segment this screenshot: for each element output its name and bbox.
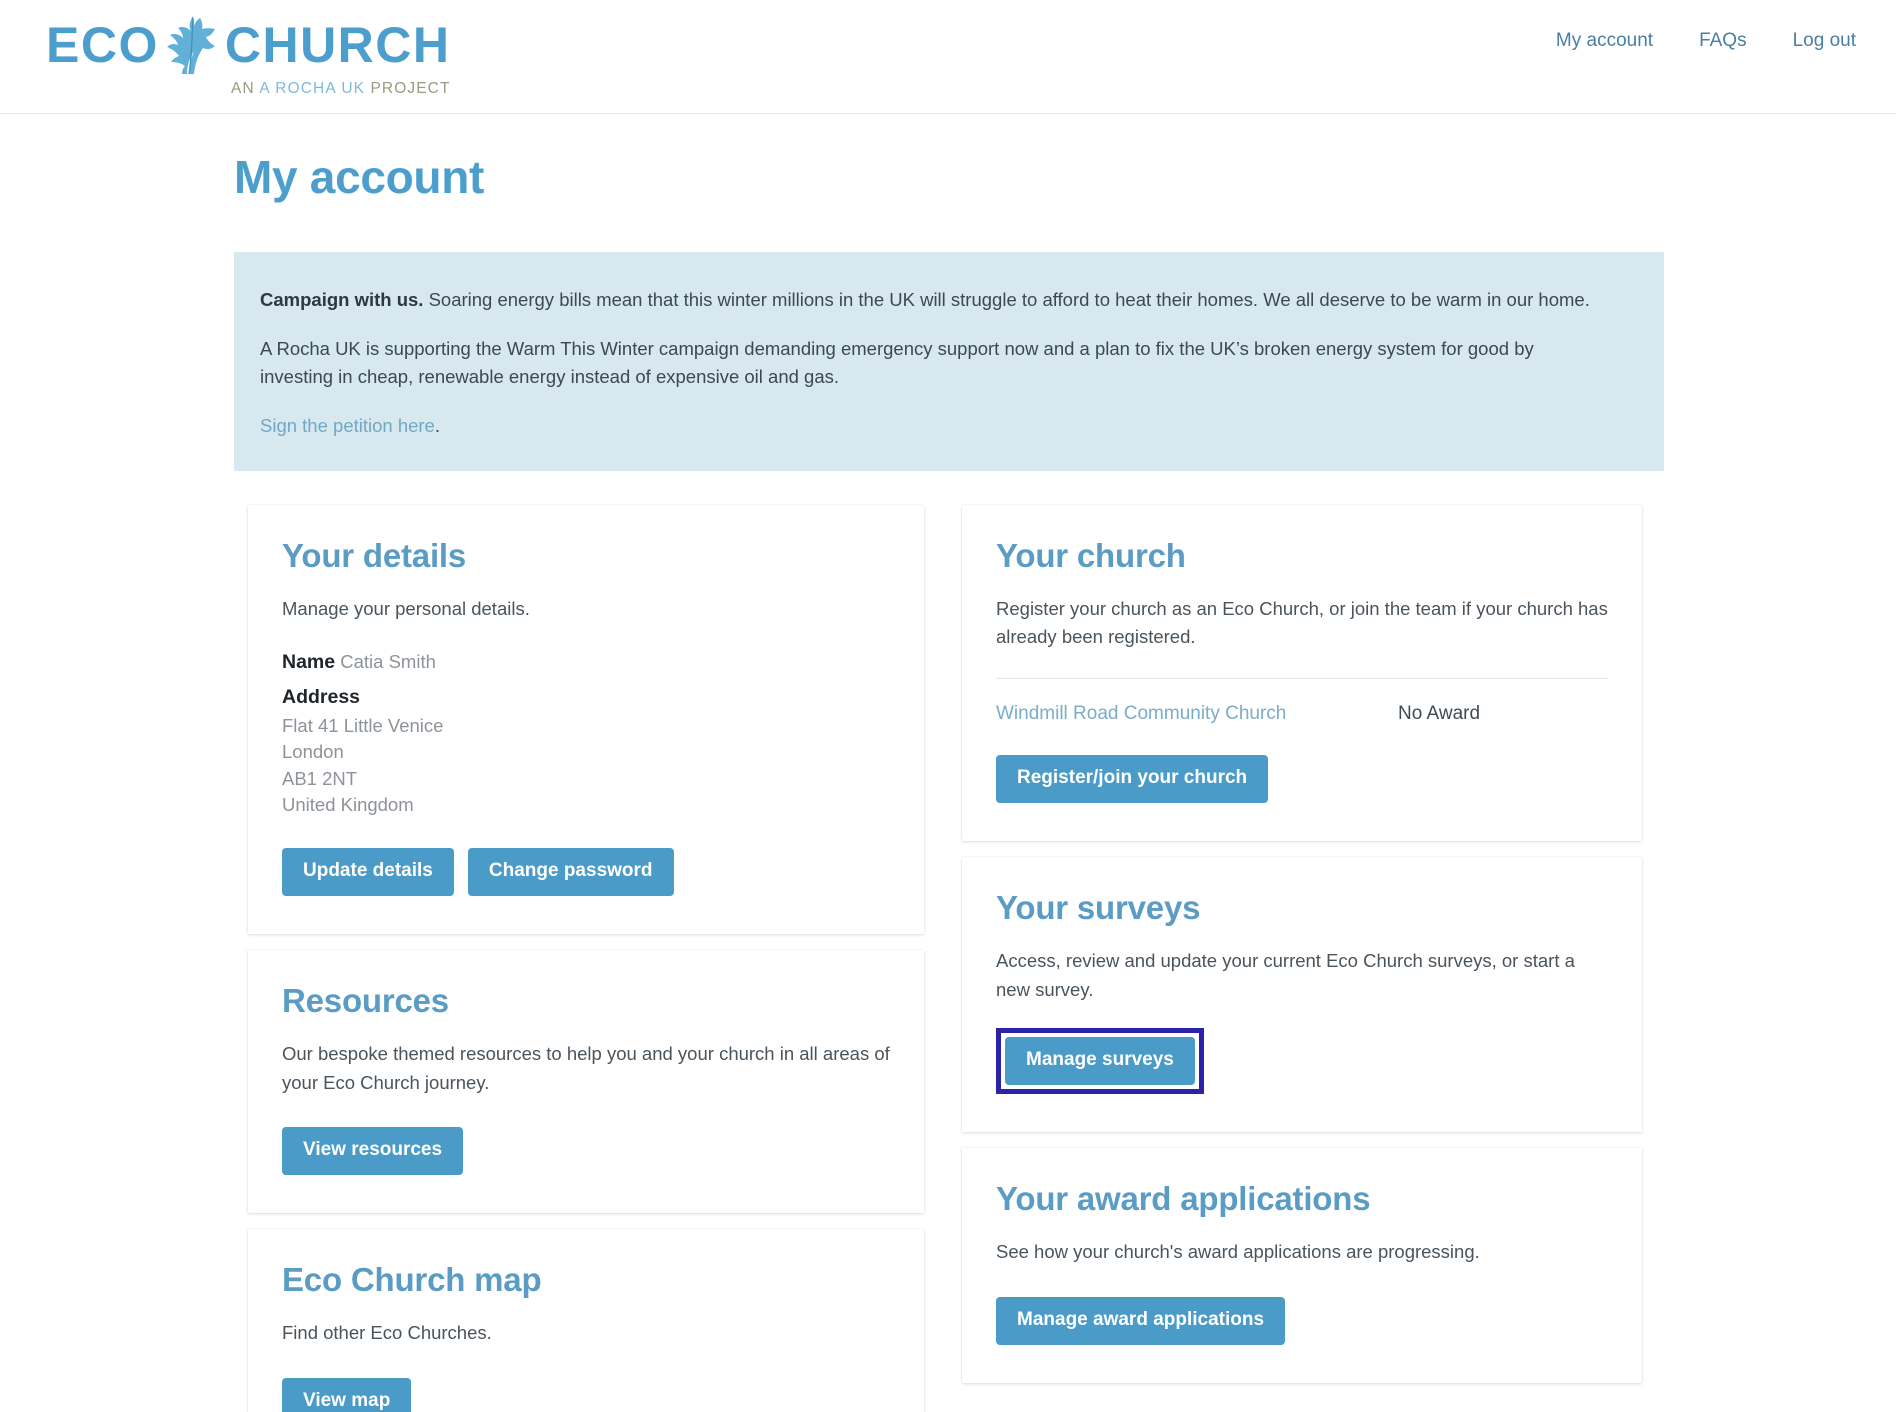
card-your-details: Your details Manage your personal detail… <box>248 504 924 934</box>
detail-address-label: Address <box>282 686 361 709</box>
campaign-alert-banner: Campaign with us. Soaring energy bills m… <box>234 252 1664 471</box>
manage-surveys-button[interactable]: Manage surveys <box>1005 1037 1195 1086</box>
card-your-surveys: Your surveys Access, review and update y… <box>962 856 1642 1133</box>
eco-church-map-title: Eco Church map <box>282 1261 542 1299</box>
nav-link-my-account[interactable]: My account <box>1556 30 1653 52</box>
card-resources: Resources Our bespoke themed resources t… <box>248 950 924 1214</box>
address-line-4: United Kingdom <box>282 793 414 815</box>
change-password-button[interactable]: Change password <box>467 848 674 896</box>
tagline-suffix: PROJECT <box>365 80 451 97</box>
page-title: My account <box>234 151 485 203</box>
oak-leaf-icon <box>165 14 219 76</box>
your-details-description: Manage your personal details. <box>282 597 530 619</box>
view-map-button[interactable]: View map <box>282 1377 412 1412</box>
logo-tagline: AN A ROCHA UK PROJECT <box>231 81 451 97</box>
card-your-church: Your church Register your church as an E… <box>962 504 1642 841</box>
logo-wordmark: ECO CHURCH <box>46 14 451 76</box>
manage-surveys-highlight: Manage surveys <box>996 1028 1204 1095</box>
page-content: My account Campaign with us. Soaring ene… <box>0 150 1896 1412</box>
alert-paragraph-3: Sign the petition here. <box>260 412 1610 441</box>
alert-lead-rest: Soaring energy bills mean that this wint… <box>423 289 1590 310</box>
manage-award-applications-button[interactable]: Manage award applications <box>996 1296 1286 1345</box>
sign-petition-link[interactable]: Sign the petition here <box>260 415 435 436</box>
view-resources-button[interactable]: View resources <box>282 1127 464 1176</box>
detail-address-row: Address Flat 41 Little Venice London AB1… <box>282 686 890 818</box>
card-your-award-applications: Your award applications See how your chu… <box>962 1148 1642 1383</box>
alert-paragraph-2: A Rocha UK is supporting the Warm This W… <box>260 337 1534 388</box>
your-church-actions: Register/join your church <box>996 755 1608 803</box>
resources-description: Our bespoke themed resources to help you… <box>282 1043 890 1093</box>
tagline-highlight: A ROCHA UK <box>259 80 366 97</box>
address-line-1: Flat 41 Little Venice <box>282 715 444 737</box>
your-award-applications-title: Your award applications <box>996 1180 1371 1218</box>
right-column: Your church Register your church as an E… <box>962 504 1642 1412</box>
your-church-description: Register your church as an Eco Church, o… <box>996 597 1608 648</box>
address-line-3: AB1 2NT <box>282 767 358 789</box>
your-details-actions: Update details Change password <box>282 848 890 896</box>
detail-name-row: Name Catia Smith <box>282 649 890 677</box>
nav-link-log-out[interactable]: Log out <box>1793 30 1856 52</box>
site-logo[interactable]: ECO CHURCH AN A ROCHA UK PROJECT <box>46 14 451 97</box>
tagline-prefix: AN <box>231 80 260 97</box>
alert-paragraph-1: Campaign with us. Soaring energy bills m… <box>260 286 1610 315</box>
eco-church-map-actions: View map <box>282 1377 890 1412</box>
site-header: ECO CHURCH AN A ROCHA UK PROJECT My acco… <box>0 0 1896 114</box>
detail-name-value: Catia Smith <box>340 651 436 673</box>
nav-link-faqs[interactable]: FAQs <box>1699 30 1747 52</box>
logo-word-eco: ECO <box>46 17 159 73</box>
your-details-title: Your details <box>282 536 467 574</box>
alert-link-suffix: . <box>434 415 440 437</box>
alert-lead-bold: Campaign with us. <box>260 289 424 310</box>
left-column: Your details Manage your personal detail… <box>248 504 924 1412</box>
card-eco-church-map: Eco Church map Find other Eco Churches. … <box>248 1229 924 1412</box>
logo-word-church: CHURCH <box>224 17 451 73</box>
your-church-title: Your church <box>996 536 1186 574</box>
resources-actions: View resources <box>282 1127 890 1176</box>
eco-church-map-description: Find other Eco Churches. <box>282 1322 492 1344</box>
your-award-applications-description: See how your church's award applications… <box>996 1241 1480 1263</box>
account-cards-grid: Your details Manage your personal detail… <box>248 504 1896 1412</box>
church-name-link[interactable]: Windmill Road Community Church <box>996 703 1398 725</box>
church-award-status: No Award <box>1398 703 1481 725</box>
header-nav: My account FAQs Log out <box>1556 30 1856 52</box>
detail-name-label: Name <box>282 651 336 674</box>
resources-title: Resources <box>282 982 449 1019</box>
update-details-button[interactable]: Update details <box>282 848 454 896</box>
your-surveys-title: Your surveys <box>996 888 1201 926</box>
church-list-item: Windmill Road Community Church No Award <box>996 678 1608 725</box>
your-award-applications-actions: Manage award applications <box>996 1296 1608 1345</box>
register-join-church-button[interactable]: Register/join your church <box>996 755 1269 803</box>
address-line-2: London <box>282 741 344 763</box>
your-details-list: Name Catia Smith Address Flat 41 Little … <box>282 649 890 818</box>
your-surveys-description: Access, review and update your current E… <box>996 949 1575 1000</box>
